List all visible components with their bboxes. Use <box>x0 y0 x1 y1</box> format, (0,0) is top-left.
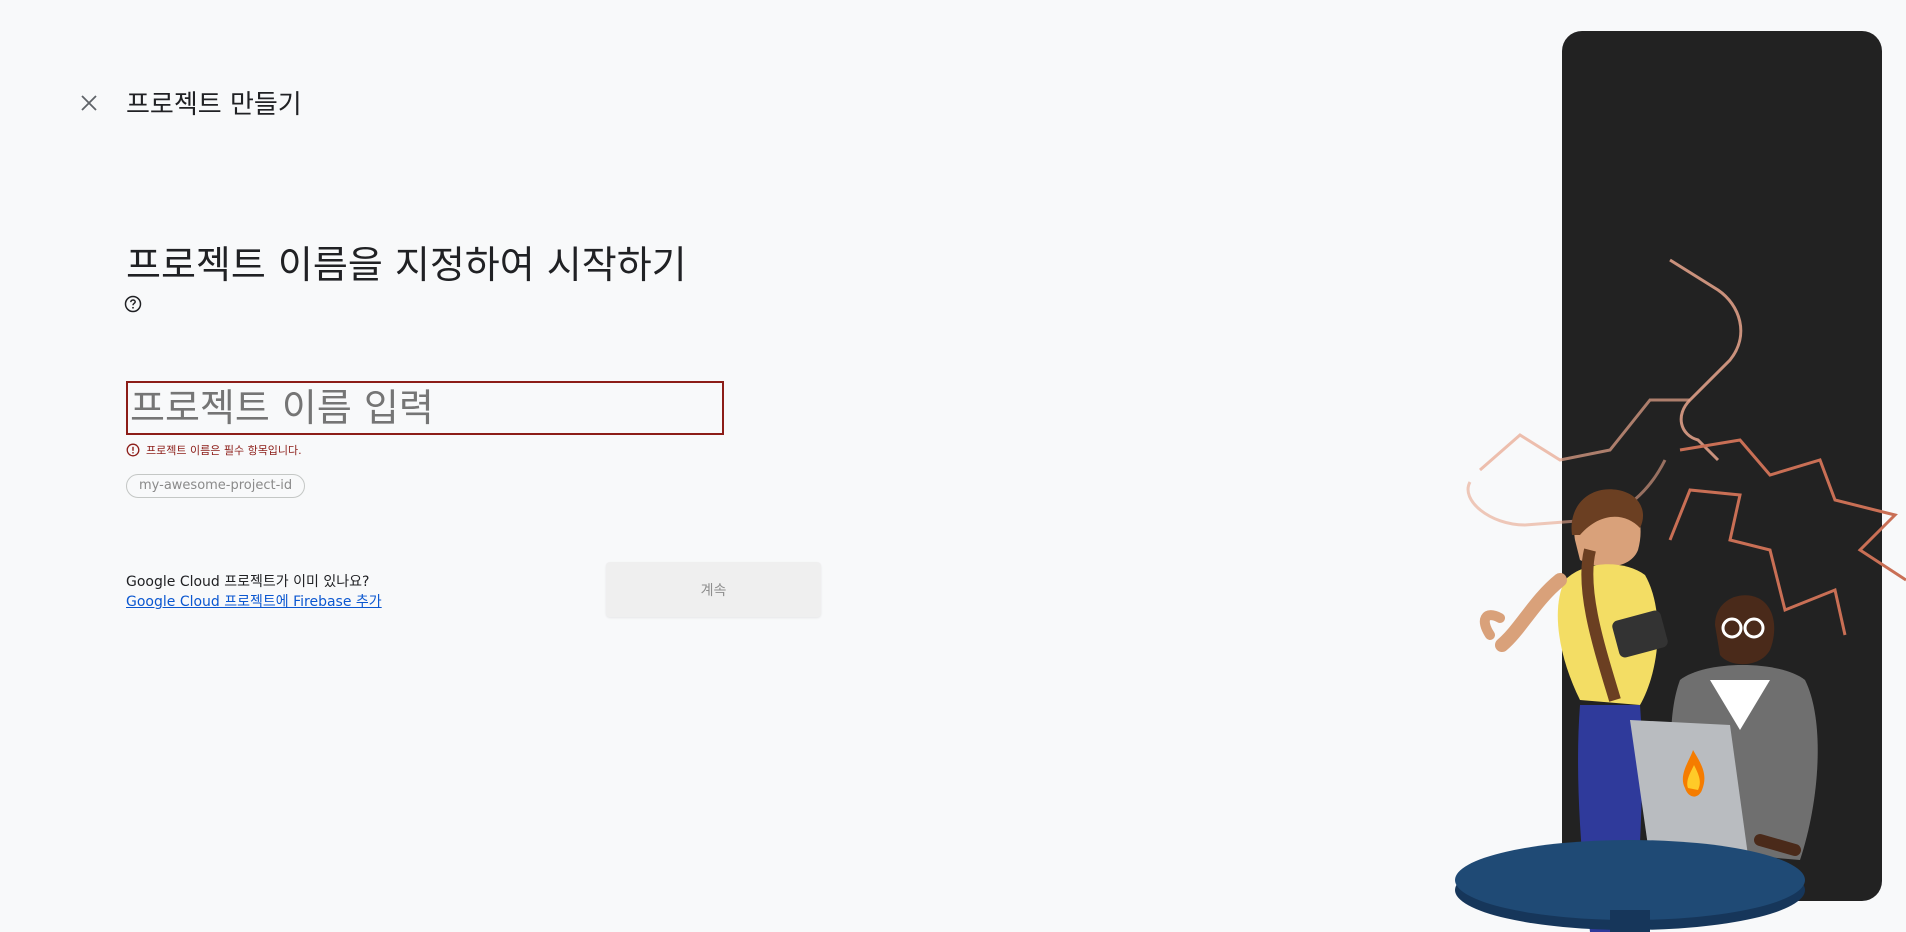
help-circle-icon[interactable] <box>124 295 142 313</box>
main-heading: 프로젝트 이름을 지정하여 시작하기 <box>126 243 687 287</box>
project-name-input[interactable] <box>126 381 724 435</box>
create-project-page: 프로젝트 만들기 프로젝트 이름을 지정하여 시작하기 프로젝트 이름은 필수 … <box>0 0 1906 932</box>
people-illustration <box>1455 258 1906 932</box>
error-circle-icon <box>126 443 140 457</box>
project-id-chip[interactable]: my-awesome-project-id <box>126 474 306 498</box>
add-firebase-to-gcp-link[interactable]: Google Cloud 프로젝트에 Firebase 추가 <box>126 591 382 611</box>
close-button[interactable] <box>76 90 102 116</box>
close-icon <box>81 95 97 111</box>
error-message: 프로젝트 이름은 필수 항목입니다. <box>126 442 302 458</box>
page-title: 프로젝트 만들기 <box>126 90 302 120</box>
error-text: 프로젝트 이름은 필수 항목입니다. <box>146 444 302 457</box>
continue-button[interactable]: 계속 <box>606 562 821 617</box>
existing-project-question: Google Cloud 프로젝트가 이미 있나요? <box>126 574 370 590</box>
